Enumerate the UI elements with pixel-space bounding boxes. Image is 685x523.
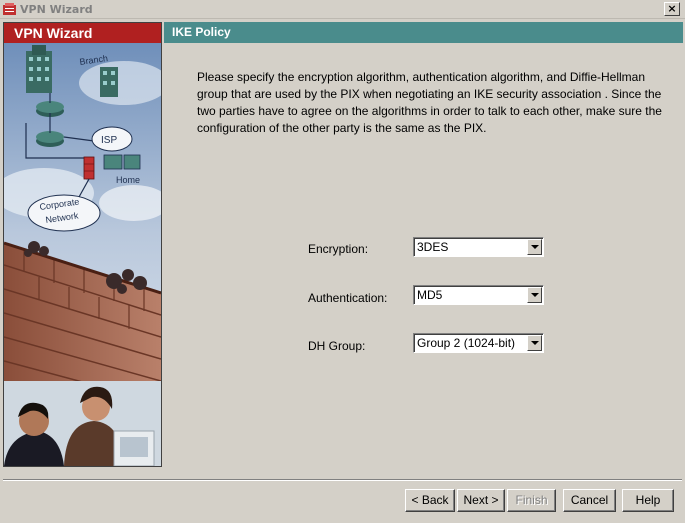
encryption-label: Encryption:: [308, 242, 369, 256]
page-header: IKE Policy: [164, 22, 683, 43]
building-icon: [26, 45, 52, 93]
window-title: VPN Wizard: [20, 3, 93, 16]
encryption-value: 3DES: [417, 240, 449, 254]
dh-group-label: DH Group:: [308, 339, 366, 353]
sidebar-title: VPN Wizard: [14, 25, 93, 41]
dh-group-select[interactable]: Group 2 (1024-bit): [413, 333, 544, 353]
dh-group-value: Group 2 (1024-bit): [417, 336, 516, 350]
help-button[interactable]: Help: [622, 489, 674, 512]
chevron-down-icon[interactable]: [527, 239, 542, 255]
isp-label: ISP: [101, 135, 117, 146]
button-separator: [3, 479, 682, 481]
authentication-select[interactable]: MD5: [413, 285, 544, 305]
back-button[interactable]: < Back: [405, 489, 455, 512]
building-icon: [100, 67, 118, 97]
close-button[interactable]: ×: [664, 2, 680, 16]
home-label: Home: [116, 175, 140, 185]
next-button[interactable]: Next >: [457, 489, 505, 512]
page-title: IKE Policy: [172, 25, 231, 39]
isp-cloud-icon: ISP: [91, 126, 133, 152]
authentication-label: Authentication:: [308, 291, 388, 305]
page-description: Please specify the encryption algorithm,…: [197, 70, 662, 135]
authentication-value: MD5: [417, 288, 443, 302]
chevron-down-icon[interactable]: [527, 287, 542, 303]
cisco-app-icon: [3, 3, 16, 15]
finish-button[interactable]: Finish: [507, 489, 556, 512]
network-illustration: Branch ISP Home Corporate Network: [4, 43, 161, 466]
home-device-icon: [103, 154, 141, 170]
corporate-network-cloud-icon: Corporate Network: [27, 194, 101, 232]
router-icon: [36, 131, 64, 147]
chevron-down-icon[interactable]: [527, 335, 542, 351]
cancel-button[interactable]: Cancel: [563, 489, 616, 512]
encryption-select[interactable]: 3DES: [413, 237, 544, 257]
title-bar: VPN Wizard ×: [0, 0, 685, 19]
firewall-icon: [83, 156, 95, 180]
sidebar-header: VPN Wizard: [4, 23, 161, 43]
wizard-sidebar: VPN Wizard Branch ISP Home Corporate Net…: [3, 22, 162, 467]
